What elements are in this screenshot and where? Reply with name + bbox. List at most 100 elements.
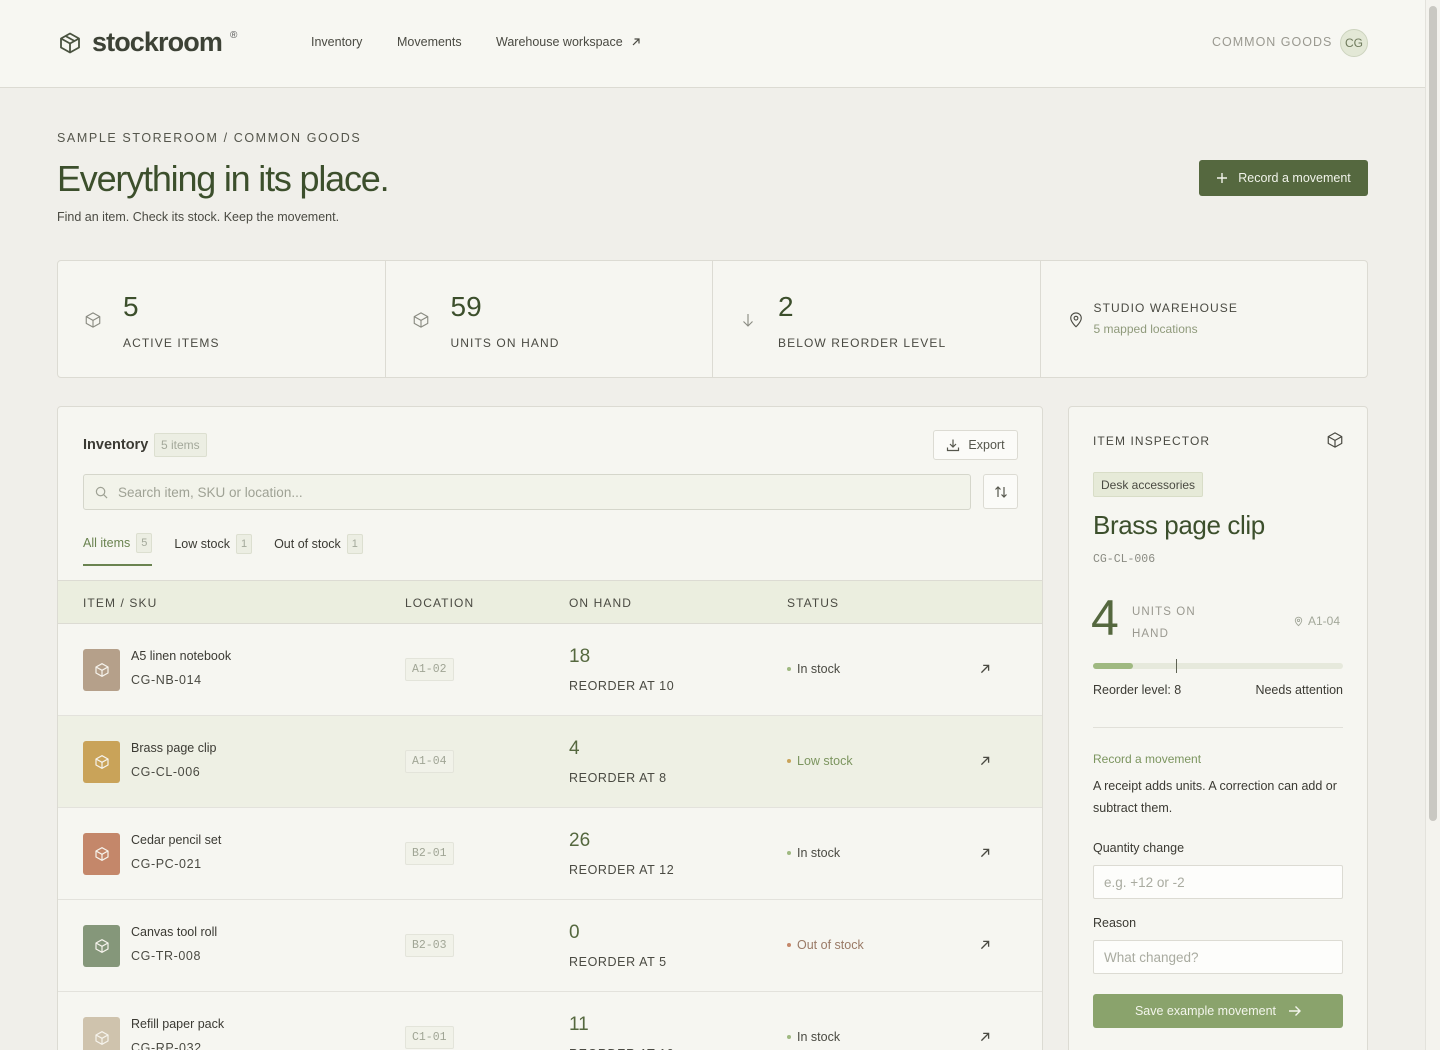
open-item-icon[interactable] bbox=[979, 939, 991, 951]
item-name: Cedar pencil set bbox=[131, 833, 222, 847]
scrollbar-thumb[interactable] bbox=[1429, 6, 1437, 821]
sort-button[interactable] bbox=[983, 474, 1018, 509]
box-icon bbox=[94, 847, 109, 861]
map-pin-icon bbox=[1294, 616, 1303, 626]
stat-below-reorder: 2 BELOW REORDER LEVEL bbox=[713, 261, 1041, 377]
column-on-hand[interactable]: ON HAND bbox=[569, 596, 632, 610]
inspector-heading: ITEM INSPECTOR bbox=[1093, 434, 1211, 448]
tab-label: All items bbox=[83, 536, 131, 550]
item-thumbnail bbox=[83, 1017, 120, 1050]
stat-warehouse[interactable]: STUDIO WAREHOUSE 5 mapped locations bbox=[1041, 261, 1368, 377]
tab-count: 1 bbox=[235, 534, 253, 554]
table-row[interactable]: Brass page clip CG-CL-006 A1-04 4 REORDER AT… bbox=[58, 716, 1042, 808]
nav-movements[interactable]: Movements bbox=[397, 35, 462, 49]
status-label: Out of stock bbox=[797, 938, 864, 952]
quantity-field bbox=[1093, 865, 1343, 899]
column-location[interactable]: LOCATION bbox=[405, 596, 474, 610]
nav-inventory[interactable]: Inventory bbox=[311, 35, 362, 49]
warehouse-title: STUDIO WAREHOUSE bbox=[1093, 301, 1238, 315]
box-icon bbox=[94, 663, 109, 677]
location-badge: B2-01 bbox=[405, 842, 454, 865]
download-icon bbox=[947, 439, 960, 452]
divider bbox=[1093, 727, 1343, 728]
map-pin-icon bbox=[1069, 312, 1082, 328]
stock-level-bar bbox=[1093, 659, 1343, 673]
save-movement-label: Save example movement bbox=[1134, 1004, 1277, 1018]
on-hand-value: 11 bbox=[569, 1014, 589, 1035]
stat-active-items: 5 ACTIVE ITEMS bbox=[58, 261, 386, 377]
open-item-icon[interactable] bbox=[979, 755, 991, 767]
open-item-icon[interactable] bbox=[979, 847, 991, 859]
reorder-value: REORDER AT 10 bbox=[569, 679, 675, 693]
search-box bbox=[83, 474, 971, 510]
stats-strip: 5 ACTIVE ITEMS 59 UNITS ON HAND 2 BELOW … bbox=[57, 260, 1368, 378]
item-name: A5 linen notebook bbox=[131, 649, 232, 663]
search-input[interactable] bbox=[118, 484, 918, 500]
item-thumbnail bbox=[83, 925, 120, 967]
plus-icon bbox=[1217, 173, 1228, 183]
inventory-panel: Inventory 5 items Export All items 5 Low… bbox=[57, 406, 1043, 1050]
item-name: Refill paper pack bbox=[131, 1017, 225, 1031]
box-icon bbox=[94, 939, 109, 953]
status-dot bbox=[787, 851, 791, 855]
tab-out-of-stock[interactable]: Out of stock 1 bbox=[274, 533, 363, 566]
brand-logo[interactable]: stockroom ® bbox=[58, 27, 237, 58]
export-label: Export bbox=[968, 438, 1005, 452]
item-name: Brass page clip bbox=[1093, 510, 1265, 540]
box-icon bbox=[413, 312, 428, 328]
item-thumbnail bbox=[83, 833, 120, 875]
external-link-icon bbox=[632, 38, 640, 46]
reason-input[interactable] bbox=[1104, 941, 1334, 973]
stat-value: 5 bbox=[123, 291, 139, 322]
open-item-icon[interactable] bbox=[979, 1031, 991, 1043]
reorder-value: REORDER AT 5 bbox=[569, 955, 667, 969]
top-bar: stockroom ® Inventory Movements Warehous… bbox=[0, 0, 1425, 88]
column-item-sku[interactable]: ITEM / SKU bbox=[83, 596, 157, 610]
stat-value: 59 bbox=[450, 291, 482, 322]
item-sku: CG-CL-006 bbox=[131, 765, 201, 779]
record-movement-button[interactable]: Record a movement bbox=[1199, 160, 1368, 196]
sort-icon bbox=[994, 485, 1007, 498]
record-section-title: Record a movement bbox=[1093, 752, 1202, 766]
item-sku: CG-NB-014 bbox=[131, 673, 202, 687]
table-header: ITEM / SKU LOCATION ON HAND STATUS bbox=[58, 580, 1042, 624]
on-hand-value: 0 bbox=[569, 922, 580, 943]
filter-tabs: All items 5 Low stock 1 Out of stock 1 bbox=[83, 533, 363, 566]
column-status[interactable]: STATUS bbox=[787, 596, 839, 610]
tab-all-items[interactable]: All items 5 bbox=[83, 533, 153, 566]
status-label: Low stock bbox=[797, 754, 853, 768]
org-name: COMMON GOODS bbox=[1212, 35, 1333, 49]
box-icon bbox=[85, 312, 101, 328]
box-icon bbox=[94, 1031, 109, 1045]
status-badge: In stock bbox=[787, 846, 840, 860]
table-row[interactable]: Cedar pencil set CG-PC-021 B2-01 26 REORDER … bbox=[58, 808, 1042, 900]
table-row[interactable]: Refill paper packCG-RP-032C1-0111REORDER… bbox=[58, 992, 1042, 1050]
save-movement-button[interactable]: Save example movement bbox=[1093, 994, 1343, 1028]
reorder-marker bbox=[1175, 659, 1177, 673]
nav-warehouse-workspace[interactable]: Warehouse workspace bbox=[496, 35, 641, 49]
location-badge: A1-04 bbox=[405, 750, 454, 773]
box-icon bbox=[94, 755, 109, 769]
status-dot bbox=[787, 1035, 791, 1039]
export-button[interactable]: Export bbox=[933, 430, 1018, 460]
table-row[interactable]: Canvas tool roll CG-TR-008 B2-03 0 REORDER A… bbox=[58, 900, 1042, 992]
inventory-title: Inventory bbox=[83, 437, 149, 453]
page-scrollbar[interactable] bbox=[1425, 0, 1440, 1050]
nav-warehouse-label: Warehouse workspace bbox=[496, 35, 623, 49]
location-badge: C1-01 bbox=[405, 1026, 454, 1049]
arrow-right-icon bbox=[1289, 1006, 1302, 1016]
record-section-description: A receipt adds units. A correction can a… bbox=[1093, 779, 1337, 815]
avatar[interactable]: CG bbox=[1340, 29, 1368, 57]
on-hand-value: 4 bbox=[569, 738, 580, 759]
quantity-input[interactable] bbox=[1104, 866, 1334, 898]
tab-low-stock[interactable]: Low stock 1 bbox=[174, 533, 253, 566]
on-hand-value: 26 bbox=[569, 830, 591, 851]
item-location-label: A1-04 bbox=[1308, 614, 1341, 628]
tab-label: Out of stock bbox=[274, 537, 341, 551]
inventory-table-body: A5 linen notebook CG-NB-014 A1-02 18 REORDER… bbox=[58, 624, 1042, 1050]
table-row[interactable]: A5 linen notebook CG-NB-014 A1-02 18 REORDER… bbox=[58, 624, 1042, 716]
open-item-icon[interactable] bbox=[979, 663, 991, 675]
status-badge: In stock bbox=[787, 1030, 840, 1044]
location-badge: B2-03 bbox=[405, 934, 454, 957]
item-sku: CG-TR-008 bbox=[131, 949, 201, 963]
